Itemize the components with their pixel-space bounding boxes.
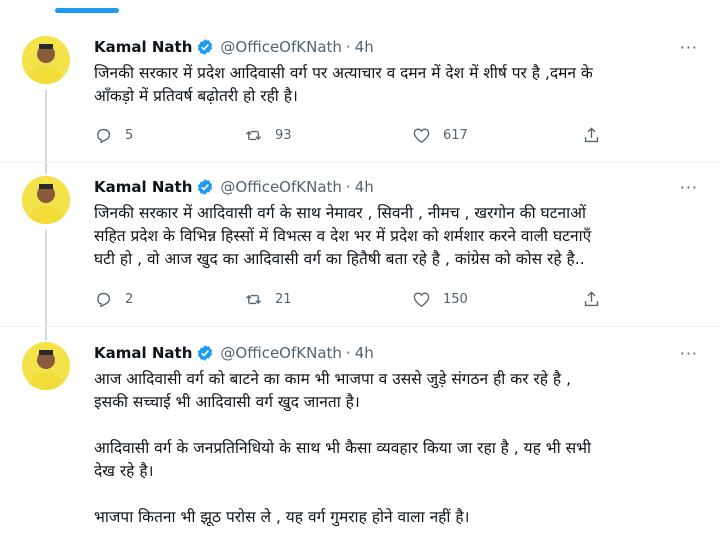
tweet-1[interactable]: Kamal Nath @OfficeOfKNath · 4h ··· जिनकी…: [0, 36, 720, 174]
tweet-header: Kamal Nath @OfficeOfKNath · 4h: [94, 176, 374, 198]
tweet-actions: 2 21 150: [94, 290, 614, 310]
reply-icon: [97, 292, 111, 308]
share-icon: [584, 127, 599, 143]
author-handle[interactable]: @OfficeOfKNath: [220, 344, 342, 362]
tweet-line: [94, 414, 698, 437]
retweet-button[interactable]: 93: [244, 126, 292, 145]
retweet-icon: [245, 294, 262, 305]
reply-count: 5: [125, 128, 134, 143]
author-handle[interactable]: @OfficeOfKNath: [220, 38, 342, 56]
tweet-header: Kamal Nath @OfficeOfKNath · 4h: [94, 342, 374, 364]
like-count: 150: [443, 292, 468, 307]
tweet-actions: 5 93 617: [94, 126, 614, 146]
author-name[interactable]: Kamal Nath: [94, 178, 192, 196]
avatar[interactable]: [22, 176, 70, 224]
reply-button[interactable]: 2: [94, 290, 133, 309]
tweet-3[interactable]: Kamal Nath @OfficeOfKNath · 4h ··· आज आद…: [0, 342, 720, 548]
tweet-line: आदिवासी वर्ग के जनप्रतिनिधियो के साथ भी …: [94, 439, 592, 457]
tweet-line: आँकड़ो में प्रतिवर्ष बढ़ोतरी हो रही है।: [94, 87, 298, 105]
tweet-line: सहित प्रदेश के विभिन्न हिस्सों में विभत्…: [94, 227, 592, 245]
tweet-text: जिनकी सरकार में प्रदेश आदिवासी वर्ग पर अ…: [94, 62, 698, 108]
tweet-text: आज आदिवासी वर्ग को बाटने का काम भी भाजपा…: [94, 368, 698, 529]
author-name[interactable]: Kamal Nath: [94, 344, 192, 362]
author-handle[interactable]: @OfficeOfKNath: [220, 178, 342, 196]
share-icon: [584, 291, 599, 307]
like-button[interactable]: 150: [412, 290, 468, 309]
tweet-line: आज आदिवासी वर्ग को बाटने का काम भी भाजपा…: [94, 370, 571, 388]
tweet-line: देख रहे है।: [94, 462, 154, 480]
active-tab-indicator: [55, 8, 119, 13]
more-icon[interactable]: ···: [680, 38, 698, 57]
reply-count: 2: [125, 292, 134, 307]
tweet-header: Kamal Nath @OfficeOfKNath · 4h: [94, 36, 374, 58]
tweet-text: जिनकी सरकार में आदिवासी वर्ग के साथ नेमा…: [94, 202, 698, 271]
separator-dot: ·: [345, 178, 351, 196]
like-count: 617: [443, 128, 468, 143]
heart-icon: [413, 128, 430, 144]
share-button[interactable]: [582, 290, 613, 309]
separator-dot: ·: [345, 344, 351, 362]
tweet-line: घटी हो , वो आज खुद का आदिवासी वर्ग का हि…: [94, 250, 585, 268]
tweet-line: [94, 483, 698, 506]
share-button[interactable]: [582, 126, 613, 145]
avatar[interactable]: [22, 36, 70, 84]
divider: [0, 326, 720, 327]
more-icon[interactable]: ···: [680, 344, 698, 363]
timestamp[interactable]: 4h: [355, 178, 374, 196]
tweet-2[interactable]: Kamal Nath @OfficeOfKNath · 4h ··· जिनकी…: [0, 176, 720, 340]
tweet-line: इसकी सच्चाई भी आदिवासी वर्ग खुद जानता है…: [94, 393, 360, 411]
timestamp[interactable]: 4h: [355, 344, 374, 362]
divider: [0, 162, 720, 163]
tweet-line: भाजपा कितना भी झूठ परोस ले , यह वर्ग गुम…: [94, 508, 470, 526]
timestamp[interactable]: 4h: [355, 38, 374, 56]
tweet-line: जिनकी सरकार में आदिवासी वर्ग के साथ नेमा…: [94, 204, 586, 222]
avatar[interactable]: [22, 342, 70, 390]
like-button[interactable]: 617: [412, 126, 468, 145]
reply-button[interactable]: 5: [94, 126, 133, 145]
thread-line: [45, 230, 47, 340]
retweet-count: 93: [275, 128, 292, 143]
separator-dot: ·: [345, 38, 351, 56]
verified-badge-icon: [196, 38, 214, 56]
more-icon[interactable]: ···: [680, 178, 698, 197]
reply-icon: [97, 128, 111, 144]
verified-badge-icon: [196, 344, 214, 362]
retweet-button[interactable]: 21: [244, 290, 292, 309]
retweet-count: 21: [275, 292, 292, 307]
tweet-line: जिनकी सरकार में प्रदेश आदिवासी वर्ग पर अ…: [94, 64, 593, 82]
author-name[interactable]: Kamal Nath: [94, 38, 192, 56]
verified-badge-icon: [196, 178, 214, 196]
heart-icon: [413, 292, 430, 308]
retweet-icon: [245, 130, 262, 141]
